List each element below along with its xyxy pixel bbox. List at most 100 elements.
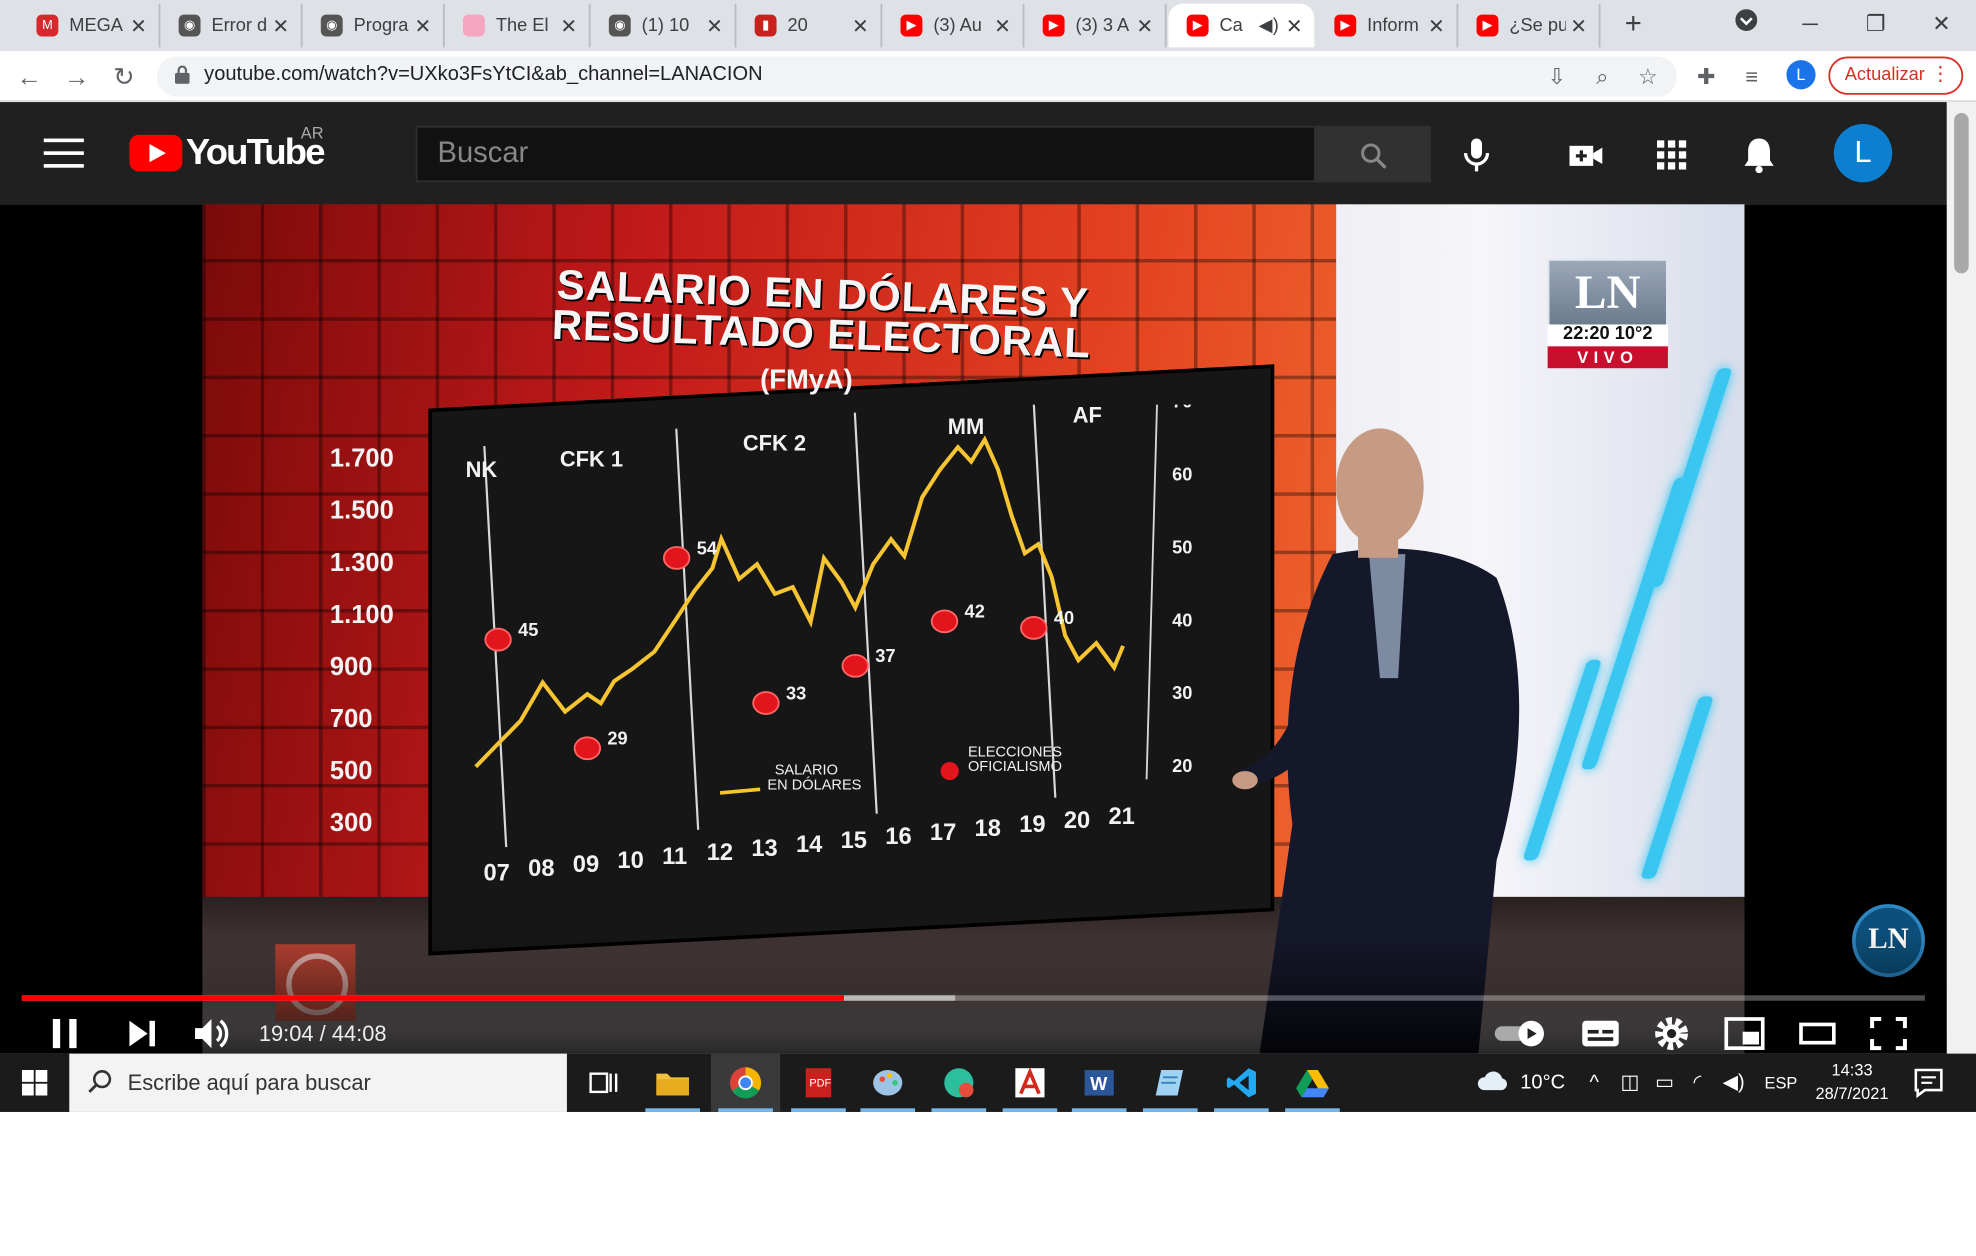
miniplayer-icon[interactable] <box>1723 1014 1767 1054</box>
tab-label: Inform <box>1367 15 1419 36</box>
weather-temperature[interactable]: 10°C <box>1520 1054 1565 1112</box>
close-icon[interactable]: ✕ <box>1281 14 1307 37</box>
microphone-icon[interactable] <box>1456 135 1496 175</box>
x-tick-label: 19 <box>1019 812 1045 838</box>
tab-error[interactable]: ◉ Error d ✕ <box>160 3 303 48</box>
tab-the-el[interactable]: The El ✕ <box>445 3 591 48</box>
period-divider <box>1032 404 1057 798</box>
settings-gear-icon[interactable] <box>1650 1014 1694 1054</box>
close-window-button[interactable]: ✕ <box>1909 4 1975 44</box>
search-icon <box>88 1070 112 1093</box>
close-icon[interactable]: ✕ <box>702 14 728 37</box>
install-icon[interactable]: ⇩ <box>1542 62 1571 91</box>
video-player[interactable]: SALARIO EN DÓLARES Y RESULTADO ELECTORAL… <box>0 204 1947 1054</box>
subtitles-icon[interactable] <box>1579 1014 1623 1054</box>
chat-app[interactable] <box>924 1054 993 1112</box>
weather-cloud-icon[interactable] <box>1477 1068 1510 1094</box>
tab-active-video[interactable]: ▶ Ca ◀) ✕ <box>1168 3 1315 48</box>
vscode-app[interactable] <box>1207 1054 1276 1112</box>
autoplay-toggle-icon[interactable] <box>1491 1014 1553 1054</box>
y-left-tick-label: 700 <box>330 705 373 733</box>
menu-icon[interactable] <box>43 138 84 168</box>
minimize-button[interactable]: ─ <box>1777 4 1843 44</box>
new-tab-button[interactable]: + <box>1615 7 1651 43</box>
tab-se-pu[interactable]: ▶ ¿Se pu ✕ <box>1458 3 1601 48</box>
page-scrollbar[interactable] <box>1946 102 1976 1054</box>
close-icon[interactable]: ✕ <box>848 14 874 37</box>
tray-chevron-icon[interactable]: ^ <box>1590 1054 1599 1112</box>
apps-grid-icon[interactable] <box>1652 135 1692 175</box>
star-icon[interactable]: ☆ <box>1633 62 1662 91</box>
tab-search-button[interactable] <box>1714 4 1780 44</box>
start-button[interactable] <box>0 1054 69 1112</box>
omnibox[interactable]: youtube.com/watch?v=UXko3FsYtCI&ab_chann… <box>156 56 1678 97</box>
tab-youtube-3a[interactable]: ▶ (3) 3 A ✕ <box>1024 3 1167 48</box>
youtube-logo-icon[interactable] <box>129 134 183 172</box>
taskbar-search[interactable]: Escribe aquí para buscar <box>69 1053 567 1112</box>
period-label: AF <box>1073 405 1102 428</box>
create-video-icon[interactable] <box>1566 135 1606 175</box>
theater-mode-icon[interactable] <box>1796 1014 1840 1054</box>
notification-center-icon[interactable] <box>1910 1065 1946 1101</box>
forward-button[interactable]: → <box>58 58 94 94</box>
user-avatar[interactable]: L <box>1833 123 1893 183</box>
update-button[interactable]: Actualizar ⋮ <box>1828 56 1964 95</box>
scrollbar-thumb[interactable] <box>1954 113 1969 274</box>
profile-avatar[interactable]: L <box>1786 60 1816 90</box>
election-dot <box>662 546 691 570</box>
election-dot <box>841 653 869 678</box>
zoom-icon[interactable]: ⌕ <box>1588 62 1617 91</box>
acrobat-app[interactable] <box>995 1054 1064 1112</box>
restore-button[interactable]: ❐ <box>1843 4 1909 44</box>
close-icon[interactable]: ✕ <box>268 14 294 37</box>
close-icon[interactable]: ✕ <box>1132 14 1158 37</box>
salary-election-chart: 1.700 1.500 1.300 1.100 900 700 500 300 70 60 50 40… <box>330 404 1192 886</box>
pdf-app[interactable]: PDF <box>784 1054 853 1112</box>
language-indicator[interactable]: ESP <box>1765 1054 1798 1112</box>
tab-youtube-au[interactable]: ▶ (3) Au ✕ <box>882 3 1025 48</box>
x-tick-label: 09 <box>573 852 599 878</box>
battery-icon[interactable]: ▭ <box>1655 1054 1674 1112</box>
close-icon[interactable]: ✕ <box>556 14 582 37</box>
back-button[interactable]: ← <box>11 58 47 94</box>
system-clock[interactable]: 14:33 28/7/2021 <box>1805 1059 1900 1106</box>
mega-icon: M <box>36 14 59 37</box>
close-icon[interactable]: ✕ <box>1566 14 1592 37</box>
notes-app[interactable] <box>1136 1054 1205 1112</box>
vscode-icon <box>1226 1068 1256 1098</box>
progress-bar[interactable] <box>21 995 1925 1001</box>
fullscreen-icon[interactable] <box>1867 1014 1911 1054</box>
tab-mega[interactable]: M MEGA ✕ <box>18 3 161 48</box>
search-input[interactable]: Buscar <box>415 125 1317 183</box>
youtube-icon: ▶ <box>1476 14 1499 37</box>
extensions-icon[interactable]: ✚ <box>1692 62 1721 91</box>
reload-button[interactable]: ↻ <box>106 58 142 94</box>
task-view-button[interactable] <box>569 1054 638 1112</box>
close-icon[interactable]: ✕ <box>126 14 152 37</box>
word-app[interactable]: W <box>1065 1054 1134 1112</box>
pause-icon[interactable] <box>44 1014 88 1054</box>
speaker-icon[interactable]: ◀) <box>1256 15 1282 35</box>
close-icon[interactable]: ✕ <box>1424 14 1450 37</box>
reading-list-icon[interactable]: ≡ <box>1737 62 1766 91</box>
notifications-bell-icon[interactable] <box>1739 135 1779 175</box>
election-value-label: 54 <box>697 538 718 558</box>
broadcast-time: 22:20 10°2 <box>1547 324 1668 347</box>
meet-now-icon[interactable]: ◫ <box>1621 1054 1640 1112</box>
volume-icon[interactable] <box>190 1014 234 1054</box>
tab-progra[interactable]: ◉ Progra ✕ <box>303 3 445 48</box>
chrome-app[interactable] <box>710 1053 781 1112</box>
paint-app[interactable] <box>853 1054 922 1112</box>
search-button[interactable] <box>1314 125 1431 183</box>
tab-inform[interactable]: ▶ Inform ✕ <box>1316 3 1459 48</box>
tab-pdf[interactable]: ▮ 20 ✕ <box>736 3 883 48</box>
drive-app[interactable] <box>1278 1054 1347 1112</box>
close-icon[interactable]: ✕ <box>990 14 1016 37</box>
tab-1-10[interactable]: ◉ (1) 10 ✕ <box>591 3 737 48</box>
next-icon[interactable] <box>120 1014 164 1054</box>
volume-tray-icon[interactable]: ◀) <box>1723 1054 1745 1112</box>
close-icon[interactable]: ✕ <box>410 14 436 37</box>
url-text[interactable]: youtube.com/watch?v=UXko3FsYtCI&ab_chann… <box>204 64 762 86</box>
file-explorer-app[interactable] <box>638 1054 707 1112</box>
wifi-icon[interactable]: ◜ <box>1693 1054 1701 1112</box>
